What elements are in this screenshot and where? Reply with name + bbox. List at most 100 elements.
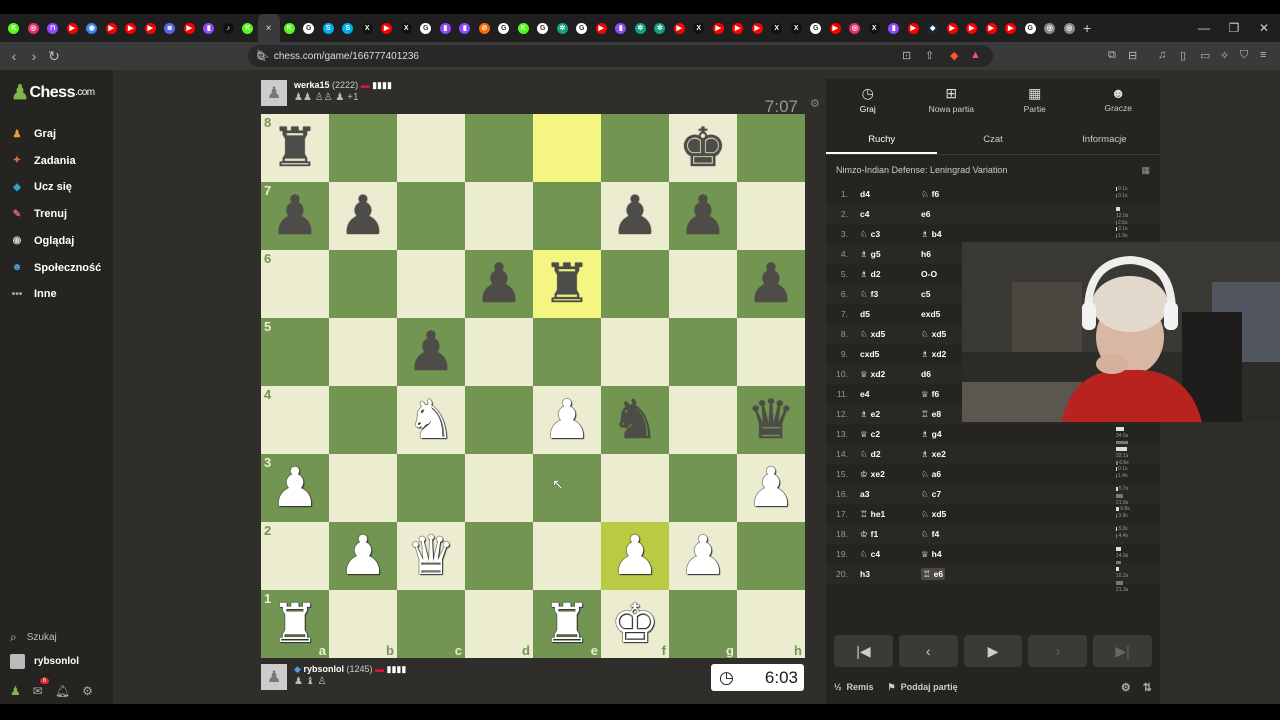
white-king-icon[interactable]: ♚ bbox=[611, 597, 659, 651]
square-c8[interactable] bbox=[397, 114, 465, 182]
friends-icon[interactable]: ♟ bbox=[10, 684, 21, 698]
square-f1[interactable]: f ♚ bbox=[601, 590, 669, 658]
square-e1[interactable]: e ♜ bbox=[533, 590, 601, 658]
maximize-icon[interactable]: ❐ bbox=[1218, 14, 1250, 42]
reload-icon[interactable]: ↻ bbox=[44, 48, 64, 65]
square-d1[interactable]: d bbox=[465, 590, 533, 658]
browser-tab[interactable]: X bbox=[358, 14, 378, 42]
flip-board-icon[interactable]: ⇅ bbox=[1143, 681, 1152, 694]
sidebar-item-spoeczno[interactable]: ☻ Społeczność bbox=[10, 261, 102, 275]
profile-link[interactable]: rybsonlol bbox=[10, 654, 79, 669]
browser-tab[interactable]: ▶ bbox=[826, 14, 846, 42]
square-e6[interactable]: ♜ bbox=[533, 250, 601, 318]
white-move[interactable]: e4 bbox=[856, 389, 921, 399]
browser-tab[interactable]: K bbox=[238, 14, 258, 42]
settings-icon[interactable]: ⚙ bbox=[82, 684, 93, 698]
black-move[interactable]: ♗ g4 bbox=[921, 429, 991, 440]
bell-icon[interactable]: 🔔︎ bbox=[55, 684, 70, 698]
browser-tab[interactable]: ▮ bbox=[436, 14, 456, 42]
white-queen-icon[interactable]: ♛ bbox=[407, 529, 455, 583]
square-b8[interactable] bbox=[329, 114, 397, 182]
opponent-name[interactable]: werka15 bbox=[294, 80, 330, 90]
browser-tab[interactable]: ◆ bbox=[923, 14, 943, 42]
square-d6[interactable]: ♟ bbox=[465, 250, 533, 318]
white-move[interactable]: d5 bbox=[856, 309, 921, 319]
white-move[interactable]: h3 bbox=[856, 569, 921, 579]
square-d3[interactable] bbox=[465, 454, 533, 522]
white-move[interactable]: ♖ he1 bbox=[856, 509, 921, 520]
square-b1[interactable]: b bbox=[329, 590, 397, 658]
square-a3[interactable]: 3 ♟ bbox=[261, 454, 329, 522]
opponent-avatar[interactable]: ♟ bbox=[261, 80, 287, 106]
browser-tab[interactable]: ⊘ bbox=[475, 14, 495, 42]
white-pawn-icon[interactable]: ♟ bbox=[611, 529, 659, 583]
white-move[interactable]: ♗ e2 bbox=[856, 409, 921, 420]
screenshot-icon[interactable]: ⊟ bbox=[1128, 49, 1137, 62]
square-d7[interactable] bbox=[465, 182, 533, 250]
black-king-icon[interactable]: ♚ bbox=[679, 121, 727, 175]
square-a7[interactable]: 7 ♟ bbox=[261, 182, 329, 250]
analysis-icon[interactable]: ⚙ bbox=[1121, 681, 1131, 694]
panel-nav-players[interactable]: ☻ Gracze bbox=[1077, 79, 1161, 119]
square-h6[interactable]: ♟ bbox=[737, 250, 805, 318]
brave-shield-icon[interactable]: ◆ bbox=[950, 49, 958, 62]
browser-tab[interactable]: ▮ bbox=[611, 14, 631, 42]
square-d8[interactable] bbox=[465, 114, 533, 182]
black-rook-icon[interactable]: ♜ bbox=[543, 257, 591, 311]
white-move[interactable]: ♘ c3 bbox=[856, 229, 921, 240]
black-pawn-icon[interactable]: ♟ bbox=[611, 189, 659, 243]
square-e3[interactable] bbox=[533, 454, 601, 522]
square-d5[interactable] bbox=[465, 318, 533, 386]
white-rook-icon[interactable]: ♜ bbox=[271, 597, 319, 651]
browser-tab[interactable]: ▶ bbox=[982, 14, 1002, 42]
white-move[interactable]: d4 bbox=[856, 189, 921, 199]
square-g7[interactable]: ♟ bbox=[669, 182, 737, 250]
white-pawn-icon[interactable]: ♟ bbox=[679, 529, 727, 583]
resign-button[interactable]: Poddaj partię bbox=[901, 682, 958, 692]
browser-tab[interactable]: G bbox=[806, 14, 826, 42]
browser-tab[interactable]: K bbox=[280, 14, 300, 42]
browser-tab[interactable]: K bbox=[514, 14, 534, 42]
browser-tab[interactable]: K bbox=[4, 14, 24, 42]
square-e8[interactable] bbox=[533, 114, 601, 182]
browser-tab[interactable]: X bbox=[397, 14, 417, 42]
browser-tab[interactable]: G bbox=[533, 14, 553, 42]
white-move[interactable]: ♗ d2 bbox=[856, 269, 921, 280]
opening-name[interactable]: Nimzo-Indian Defense: Leningrad Variatio… bbox=[836, 165, 1007, 175]
white-move[interactable]: ♔ f1 bbox=[856, 529, 921, 540]
browser-tab[interactable]: ▶ bbox=[63, 14, 83, 42]
browser-tab[interactable]: ▶ bbox=[728, 14, 748, 42]
square-g2[interactable]: ♟ bbox=[669, 522, 737, 590]
white-pawn-icon[interactable]: ♟ bbox=[543, 393, 591, 447]
browser-tab[interactable]: X bbox=[767, 14, 787, 42]
white-pawn-icon[interactable]: ♟ bbox=[339, 529, 387, 583]
black-pawn-icon[interactable]: ♟ bbox=[747, 257, 795, 311]
square-c5[interactable]: ♟ bbox=[397, 318, 465, 386]
browser-tab[interactable]: G bbox=[1021, 14, 1041, 42]
browser-tab[interactable]: ▶ bbox=[709, 14, 729, 42]
sidebar-item-zadania[interactable]: ✦ Zadania bbox=[10, 154, 76, 168]
board-settings-icon[interactable]: ⚙ bbox=[810, 97, 820, 110]
square-h2[interactable] bbox=[737, 522, 805, 590]
chess-logo[interactable]: ♟ Chess .com bbox=[11, 80, 95, 105]
browser-tab[interactable]: ◎ bbox=[1060, 14, 1080, 42]
white-move[interactable]: ♘ c4 bbox=[856, 549, 921, 560]
browser-tab[interactable]: ▶ bbox=[670, 14, 690, 42]
square-h3[interactable]: ♟ bbox=[737, 454, 805, 522]
black-pawn-icon[interactable]: ♟ bbox=[339, 189, 387, 243]
white-move[interactable]: ♔ xe2 bbox=[856, 469, 921, 480]
square-g6[interactable] bbox=[669, 250, 737, 318]
square-a2[interactable]: 2 bbox=[261, 522, 329, 590]
sidebar-item-ogldaj[interactable]: ◉ Oglądaj bbox=[10, 234, 75, 248]
new-tab-icon[interactable]: + bbox=[1083, 20, 1091, 36]
browser-tab[interactable]: × bbox=[257, 14, 280, 42]
browser-tab[interactable]: ◎ bbox=[845, 14, 865, 42]
black-move[interactable]: ♘ c7 bbox=[921, 489, 991, 500]
square-f8[interactable] bbox=[601, 114, 669, 182]
black-queen-icon[interactable]: ♛ bbox=[747, 393, 795, 447]
square-e7[interactable] bbox=[533, 182, 601, 250]
browser-tab[interactable]: ▶ bbox=[180, 14, 200, 42]
black-pawn-icon[interactable]: ♟ bbox=[679, 189, 727, 243]
black-pawn-icon[interactable]: ♟ bbox=[475, 257, 523, 311]
brave-rewards-icon[interactable]: ▲ bbox=[970, 49, 981, 61]
